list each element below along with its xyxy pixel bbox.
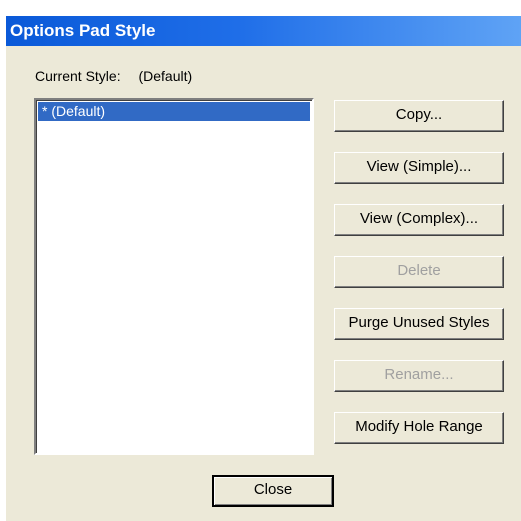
- styles-listbox[interactable]: * (Default): [34, 98, 314, 455]
- options-pad-style-dialog: Options Pad Style Current Style: (Defaul…: [6, 16, 521, 521]
- current-style-value: (Default): [138, 68, 193, 84]
- view-simple-button[interactable]: View (Simple)...: [334, 152, 504, 184]
- current-style-row: Current Style: (Default): [35, 68, 192, 84]
- current-style-label: Current Style:: [35, 68, 121, 84]
- modify-hole-range-button[interactable]: Modify Hole Range: [334, 412, 504, 444]
- view-complex-button[interactable]: View (Complex)...: [334, 204, 504, 236]
- list-item-default[interactable]: * (Default): [38, 102, 310, 121]
- rename-button[interactable]: Rename...: [334, 360, 504, 392]
- delete-button[interactable]: Delete: [334, 256, 504, 288]
- close-button[interactable]: Close: [212, 475, 334, 507]
- purge-unused-styles-button[interactable]: Purge Unused Styles: [334, 308, 504, 340]
- title-bar[interactable]: Options Pad Style: [6, 16, 521, 46]
- copy-button[interactable]: Copy...: [334, 100, 504, 132]
- window-title: Options Pad Style: [10, 21, 156, 40]
